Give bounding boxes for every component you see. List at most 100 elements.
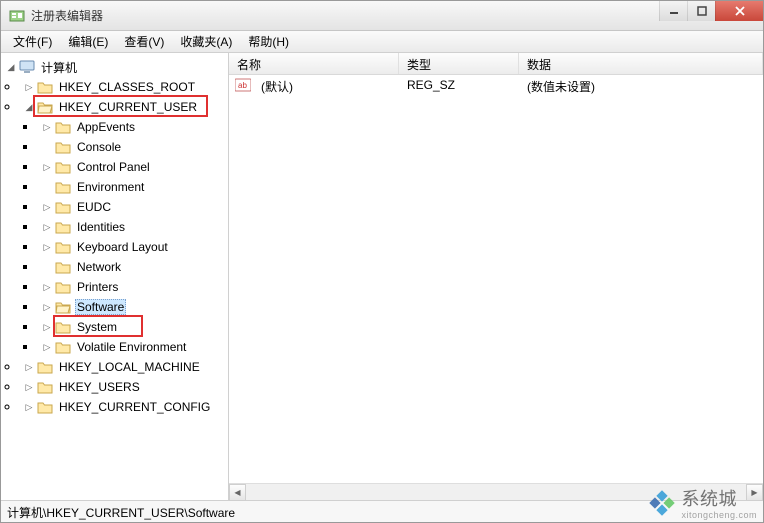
tree-root-label: 计算机 <box>39 58 79 77</box>
expand-icon[interactable]: ▷ <box>23 381 35 393</box>
tree-label-selected: Software <box>75 299 126 315</box>
folder-icon <box>55 140 71 154</box>
folder-icon <box>55 240 71 254</box>
watermark-logo-icon <box>649 490 675 516</box>
tree-label: System <box>75 319 119 335</box>
list-header: 名称 类型 数据 <box>229 53 763 75</box>
window-controls <box>659 1 763 21</box>
expand-icon[interactable]: ▷ <box>41 341 53 353</box>
menu-view[interactable]: 查看(V) <box>116 31 172 52</box>
value-name: (默认) <box>253 78 399 95</box>
menu-file[interactable]: 文件(F) <box>5 31 60 52</box>
tree-label: Console <box>75 139 123 155</box>
expand-icon[interactable]: ▷ <box>23 361 35 373</box>
folder-icon <box>55 160 71 174</box>
folder-icon <box>37 360 53 374</box>
tree-hkcr[interactable]: ▷ HKEY_CLASSES_ROOT <box>19 77 228 97</box>
tree-item-identities[interactable]: ▷ Identities <box>37 217 228 237</box>
computer-icon <box>19 60 35 74</box>
tree-label: Printers <box>75 279 120 295</box>
column-header-name[interactable]: 名称 <box>229 53 399 74</box>
value-type: REG_SZ <box>399 78 519 95</box>
maximize-button[interactable] <box>687 1 715 21</box>
column-header-data[interactable]: 数据 <box>519 53 763 74</box>
expand-icon[interactable]: ▷ <box>41 241 53 253</box>
tree-item-keyboard[interactable]: ▷ Keyboard Layout <box>37 237 228 257</box>
tree-item-system[interactable]: ▷ System <box>37 317 228 337</box>
tree-item-network[interactable]: ▷Network <box>37 257 228 277</box>
scroll-left-arrow[interactable]: ◀ <box>229 484 246 501</box>
main-area: ◢ 计算机 ▷ HKEY_CLASSES_ROOT ◢ HK <box>1 53 763 500</box>
value-data: (数值未设置) <box>519 78 603 95</box>
menubar: 文件(F) 编辑(E) 查看(V) 收藏夹(A) 帮助(H) <box>1 31 763 53</box>
expand-icon[interactable]: ▷ <box>41 121 53 133</box>
expand-icon[interactable]: ▷ <box>41 281 53 293</box>
folder-icon <box>55 280 71 294</box>
tree-label: Environment <box>75 179 146 195</box>
folder-icon <box>37 400 53 414</box>
list-row-default[interactable]: ab (默认) REG_SZ (数值未设置) <box>229 75 763 98</box>
tree-label: HKEY_CLASSES_ROOT <box>57 79 197 95</box>
tree-hku[interactable]: ▷ HKEY_USERS <box>19 377 228 397</box>
tree-label: Volatile Environment <box>75 339 188 355</box>
tree-hklm[interactable]: ▷ HKEY_LOCAL_MACHINE <box>19 357 228 377</box>
expand-icon[interactable]: ▷ <box>41 321 53 333</box>
watermark-subtext: xitongcheng.com <box>681 511 757 520</box>
string-value-icon: ab <box>235 78 251 92</box>
folder-open-icon <box>55 300 71 314</box>
regedit-icon <box>9 8 25 24</box>
folder-icon <box>55 120 71 134</box>
collapse-icon[interactable]: ◢ <box>23 101 35 113</box>
tree-item-printers[interactable]: ▷ Printers <box>37 277 228 297</box>
svg-text:ab: ab <box>238 81 247 90</box>
tree-item-appevents[interactable]: ▷ AppEvents <box>37 117 228 137</box>
tree-item-controlpanel[interactable]: ▷Control Panel <box>37 157 228 177</box>
folder-icon <box>37 380 53 394</box>
tree-label: Identities <box>75 219 127 235</box>
expand-icon[interactable]: ▷ <box>23 81 35 93</box>
tree-label: EUDC <box>75 199 113 215</box>
titlebar: 注册表编辑器 <box>1 1 763 31</box>
expand-icon[interactable]: ▷ <box>23 401 35 413</box>
folder-open-icon <box>37 100 53 114</box>
tree-item-eudc[interactable]: ▷ EUDC <box>37 197 228 217</box>
expand-icon[interactable]: ▷ <box>41 161 53 173</box>
column-header-type[interactable]: 类型 <box>399 53 519 74</box>
tree-item-environment[interactable]: ▷Environment <box>37 177 228 197</box>
tree-label: HKEY_CURRENT_USER <box>57 99 199 115</box>
expand-icon[interactable]: ▷ <box>41 201 53 213</box>
folder-icon <box>55 340 71 354</box>
folder-icon <box>55 260 71 274</box>
tree-item-volatile[interactable]: ▷ Volatile Environment <box>37 337 228 357</box>
tree-hkcu[interactable]: ◢ HKEY_CURRENT_USER <box>19 97 228 117</box>
tree-root[interactable]: ◢ 计算机 <box>1 57 228 77</box>
minimize-button[interactable] <box>659 1 687 21</box>
folder-icon <box>55 200 71 214</box>
folder-icon <box>55 180 71 194</box>
tree-label: HKEY_LOCAL_MACHINE <box>57 359 202 375</box>
menu-edit[interactable]: 编辑(E) <box>60 31 116 52</box>
tree-label: HKEY_USERS <box>57 379 142 395</box>
list-pane: 名称 类型 数据 ab (默认) REG_SZ (数值未设置) ◀ ▶ <box>229 53 763 500</box>
tree-pane: ◢ 计算机 ▷ HKEY_CLASSES_ROOT ◢ HK <box>1 53 229 500</box>
watermark: 系统城 xitongcheng.com <box>649 485 757 520</box>
collapse-icon[interactable]: ◢ <box>5 61 17 73</box>
tree-item-console[interactable]: ▷Console <box>37 137 228 157</box>
tree-label: Network <box>75 259 123 275</box>
menu-favorites[interactable]: 收藏夹(A) <box>172 31 240 52</box>
tree-label: Keyboard Layout <box>75 239 170 255</box>
statusbar-path: 计算机\HKEY_CURRENT_USER\Software <box>7 506 235 520</box>
tree-hkcc[interactable]: ▷ HKEY_CURRENT_CONFIG <box>19 397 228 417</box>
tree-label: AppEvents <box>75 119 137 135</box>
folder-icon <box>55 220 71 234</box>
menu-help[interactable]: 帮助(H) <box>240 31 297 52</box>
folder-icon <box>55 320 71 334</box>
expand-icon[interactable]: ▷ <box>41 301 53 313</box>
folder-icon <box>37 80 53 94</box>
expand-icon[interactable]: ▷ <box>41 221 53 233</box>
window-title: 注册表编辑器 <box>31 7 103 24</box>
list-body: ab (默认) REG_SZ (数值未设置) <box>229 75 763 483</box>
close-button[interactable] <box>715 1 763 21</box>
tree-item-software[interactable]: ▷ Software <box>37 297 228 317</box>
tree-label: HKEY_CURRENT_CONFIG <box>57 399 212 415</box>
